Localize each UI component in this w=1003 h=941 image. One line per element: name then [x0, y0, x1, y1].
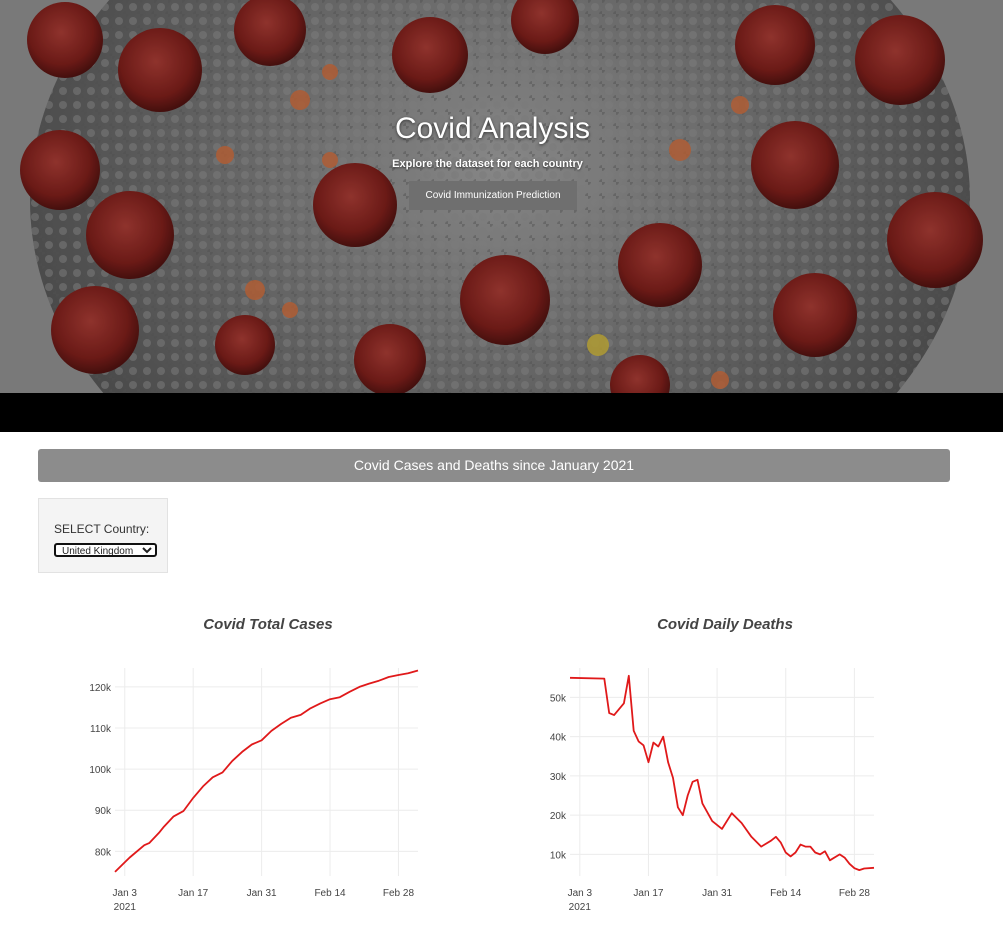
x-tick-label: Jan 17 — [633, 888, 663, 899]
divider-band — [0, 393, 1003, 432]
daily-deaths-chart-title: Covid Daily Deaths — [657, 616, 793, 633]
y-tick-label: 10k — [550, 850, 567, 861]
series-line — [569, 674, 875, 872]
y-tick-label: 110k — [90, 724, 112, 735]
country-selector-card: SELECT Country: United Kingdom — [38, 498, 168, 573]
y-tick-label: 90k — [95, 806, 112, 817]
x-tick-label: Feb 14 — [770, 888, 802, 899]
x-tick-label: Jan 3 — [568, 888, 593, 899]
total-cases-chart: Jan 3 2021 Jan 17 Jan 31 Feb 14 Feb 28 80k 90k 1… — [89, 668, 419, 913]
x-tick-sublabel: 2021 — [114, 902, 137, 913]
x-tick-label: Jan 31 — [247, 888, 277, 899]
y-tick-label: 120k — [89, 683, 112, 694]
page-subtitle: Explore the dataset for each country — [392, 158, 583, 170]
y-tick-label: 40k — [550, 733, 567, 744]
x-tick-sublabel: 2021 — [569, 902, 592, 913]
y-tick-label: 20k — [550, 811, 567, 822]
series-line — [114, 669, 419, 873]
x-tick-label: Jan 17 — [178, 888, 208, 899]
x-tick-label: Feb 28 — [839, 888, 871, 899]
page-title: Covid Analysis — [394, 112, 591, 145]
x-tick-label: Jan 3 — [113, 888, 138, 899]
y-tick-label: 50k — [550, 693, 567, 704]
y-tick-label: 80k — [95, 847, 112, 858]
country-select-label: SELECT Country: — [54, 522, 150, 536]
x-tick-label: Feb 14 — [314, 888, 346, 899]
daily-deaths-chart: Jan 3 2021 Jan 17 Jan 31 Feb 14 Feb 28 10k 20k 3… — [550, 668, 875, 913]
hero-banner: Covid Analysis Explore the dataset for e… — [0, 0, 1003, 393]
immunization-prediction-button[interactable]: Covid Immunization Prediction — [409, 181, 577, 210]
y-tick-label: 100k — [89, 765, 112, 776]
x-tick-label: Feb 28 — [383, 888, 415, 899]
section-header: Covid Cases and Deaths since January 202… — [38, 449, 950, 482]
x-tick-label: Jan 31 — [702, 888, 732, 899]
total-cases-chart-title: Covid Total Cases — [203, 616, 333, 633]
y-tick-label: 30k — [550, 772, 567, 783]
country-select[interactable]: United Kingdom — [54, 543, 157, 557]
